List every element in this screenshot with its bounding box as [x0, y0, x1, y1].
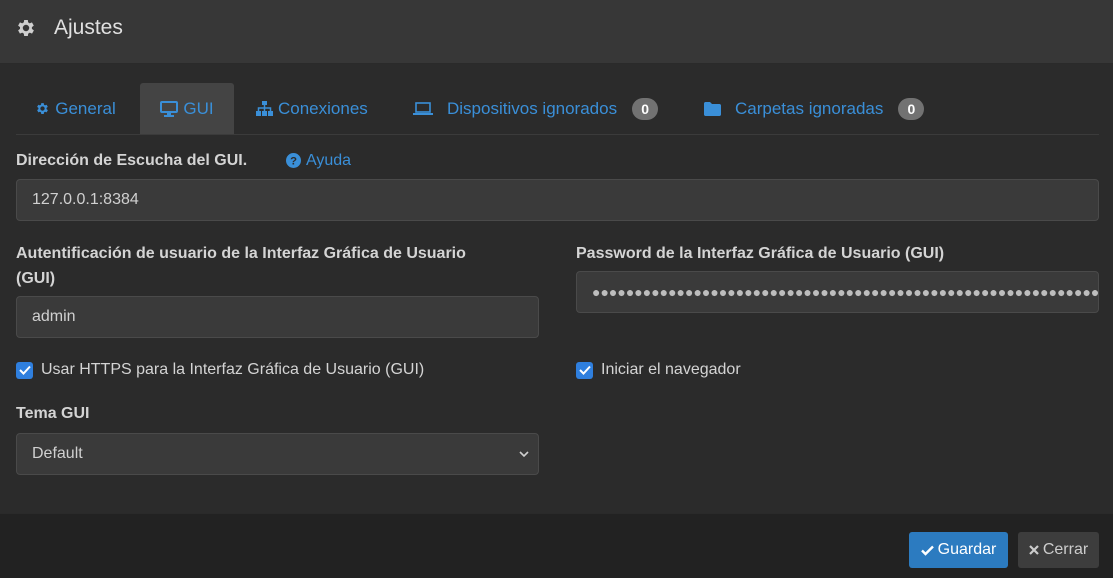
start-browser-label: Iniciar el navegador	[601, 361, 741, 378]
tab-conexiones[interactable]: Conexiones	[256, 83, 376, 134]
ignored-folders-badge: 0	[898, 97, 925, 120]
sitemap-icon	[256, 101, 273, 116]
use-https-label: Usar HTTPS para la Interfaz Gráfica de U…	[41, 361, 425, 378]
listen-address-label: Dirección de Escucha del GUI.	[16, 152, 248, 169]
tab-gui[interactable]: GUI	[140, 83, 234, 134]
theme-selected-value: Default	[32, 445, 83, 462]
tab-bar: General GUI Conexiones Dispositivos igno…	[16, 83, 1099, 135]
tab-dispositivos-ignorados[interactable]: Dispositivos ignorados 0	[413, 83, 673, 134]
chevron-down-icon	[519, 451, 529, 458]
auth-password-value: ●●●●●●●●●●●●●●●●●●●●●●●●●●●●●●●●●●●●●●●●…	[592, 284, 1099, 300]
help-link[interactable]: ? Ayuda	[286, 148, 351, 173]
listen-address-value: 127.0.0.1:8384	[32, 191, 139, 208]
auth-password-label: Password de la Interfaz Gráfica de Usuar…	[576, 245, 945, 262]
start-browser-checkbox[interactable]: Iniciar el navegador	[576, 360, 741, 380]
auth-user-label-line1: Autentificación de usuario de la Interfa…	[16, 245, 466, 262]
svg-text:?: ?	[290, 156, 297, 168]
help-label: Ayuda	[306, 151, 352, 169]
tab-carpetas-label: Carpetas ignoradas	[735, 98, 884, 118]
use-https-checkbox[interactable]: Usar HTTPS para la Interfaz Gráfica de U…	[16, 360, 424, 380]
folder-icon	[704, 101, 721, 116]
tab-dispositivos-label: Dispositivos ignorados	[447, 98, 618, 118]
close-icon	[1029, 545, 1039, 555]
close-label: Cerrar	[1042, 541, 1089, 558]
check-icon	[920, 545, 934, 556]
save-label: Guardar	[937, 541, 997, 558]
cog-icon	[37, 103, 49, 114]
theme-label: Tema GUI	[16, 405, 90, 422]
auth-user-label: Autentificación de usuario de la Interfa…	[16, 241, 539, 291]
auth-user-input[interactable]: admin	[16, 296, 539, 338]
modal-title: Ajustes	[54, 16, 123, 39]
theme-select[interactable]: Default	[16, 433, 539, 475]
listen-address-input[interactable]: 127.0.0.1:8384	[16, 179, 1099, 221]
ignored-devices-badge: 0	[632, 97, 659, 120]
tab-gui-label: GUI	[183, 98, 214, 118]
tab-conexiones-label: Conexiones	[278, 98, 368, 118]
check-icon	[16, 361, 33, 379]
modal-header: Ajustes	[0, 0, 1113, 64]
laptop-icon	[413, 101, 433, 115]
auth-user-value: admin	[32, 308, 76, 325]
gear-icon	[18, 20, 34, 36]
auth-user-label-line2: (GUI)	[16, 270, 56, 287]
question-circle-icon: ?	[286, 153, 301, 168]
modal-body: General GUI Conexiones Dispositivos igno…	[0, 64, 1113, 513]
tab-carpetas-ignoradas[interactable]: Carpetas ignoradas 0	[704, 83, 944, 134]
modal-footer: Guardar Cerrar	[0, 513, 1113, 578]
close-button[interactable]: Cerrar	[1018, 532, 1099, 568]
save-button[interactable]: Guardar	[909, 532, 1008, 568]
tab-general-label: General	[55, 98, 116, 118]
auth-password-input[interactable]: ●●●●●●●●●●●●●●●●●●●●●●●●●●●●●●●●●●●●●●●●…	[576, 271, 1099, 313]
check-icon	[576, 361, 593, 379]
tab-general[interactable]: General	[16, 83, 135, 134]
desktop-icon	[160, 100, 179, 117]
